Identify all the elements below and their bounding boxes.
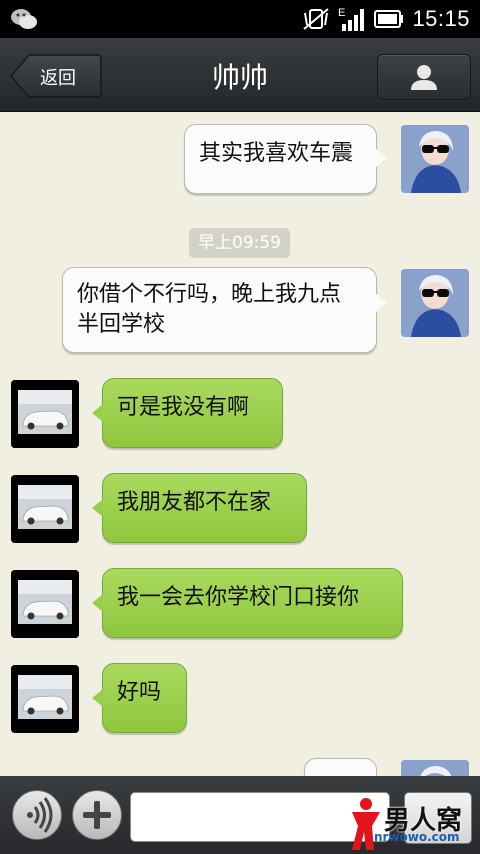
message-bubble-incoming[interactable]: 我一会去你学校门口接你	[92, 568, 403, 638]
message-bubble-incoming[interactable]: 可是我没有啊	[92, 378, 283, 448]
girl-sunglasses-avatar-image	[401, 125, 469, 193]
status-time: 15:15	[412, 6, 470, 31]
message-text: 可是我没有啊	[117, 395, 250, 420]
message-list[interactable]: 其实我喜欢车震 早上09:59 你借个不行吗，晚上我九点半回学校 可是我没有啊 …	[0, 112, 480, 776]
mute-vibrate-icon	[303, 8, 330, 30]
battery-icon	[374, 10, 404, 28]
voice-icon	[27, 797, 53, 833]
bubble-tail	[92, 594, 103, 612]
message-bubble-outgoing[interactable]: 其实我喜欢车震	[184, 124, 387, 194]
message-text: 你借个不行吗，晚上我九点半回学校	[77, 282, 342, 337]
message-text: 我朋友都不在家	[117, 490, 272, 515]
white-car-avatar-image	[11, 380, 79, 448]
wechat-icon	[11, 9, 37, 29]
message-text: 我一会去你学校门口接你	[117, 585, 360, 610]
profile-button[interactable]	[377, 54, 471, 100]
site-watermark: 男人窝 nrwowo.com	[344, 796, 480, 852]
plus-button[interactable]	[72, 790, 122, 840]
bubble-tail	[376, 149, 387, 167]
message-bubble-incoming[interactable]: 我朋友都不在家	[92, 473, 307, 543]
white-car-avatar-image	[11, 665, 79, 733]
status-icons: E 15:15	[302, 6, 470, 32]
person-icon	[411, 65, 437, 90]
message-timestamp: 早上09:59	[189, 228, 290, 258]
avatar-girl-sunglasses-partial[interactable]	[401, 760, 469, 776]
plus-icon	[83, 801, 111, 829]
signal-icon: E	[338, 7, 365, 31]
network-type-label: E	[338, 7, 345, 19]
avatar-white-car[interactable]	[11, 665, 79, 733]
avatar-white-car[interactable]	[11, 380, 79, 448]
white-car-avatar-image	[11, 475, 79, 543]
avatar-girl-sunglasses[interactable]	[401, 125, 469, 193]
girl-sunglasses-avatar-image	[401, 760, 469, 776]
avatar-white-car[interactable]	[11, 570, 79, 638]
watermark-url: nrwowo.com	[374, 830, 460, 844]
message-text: 其实我喜欢车震	[199, 141, 354, 166]
avatar-girl-sunglasses[interactable]	[401, 269, 469, 337]
girl-sunglasses-avatar-image	[401, 269, 469, 337]
message-bubble-incoming[interactable]: 好吗	[92, 663, 187, 733]
voice-button[interactable]	[12, 790, 62, 840]
bubble-tail	[92, 689, 103, 707]
bubble-tail	[92, 499, 103, 517]
bubble-tail	[92, 404, 103, 422]
chat-header: 返回 帅帅	[0, 38, 480, 112]
white-car-avatar-image	[11, 570, 79, 638]
message-bubble-outgoing[interactable]: 你借个不行吗，晚上我九点半回学校	[62, 267, 387, 353]
message-bubble-outgoing-partial[interactable]	[304, 758, 377, 776]
avatar-white-car[interactable]	[11, 475, 79, 543]
bubble-tail	[376, 294, 387, 312]
message-text: 好吗	[117, 680, 162, 705]
status-bar: E 15:15	[0, 0, 480, 38]
